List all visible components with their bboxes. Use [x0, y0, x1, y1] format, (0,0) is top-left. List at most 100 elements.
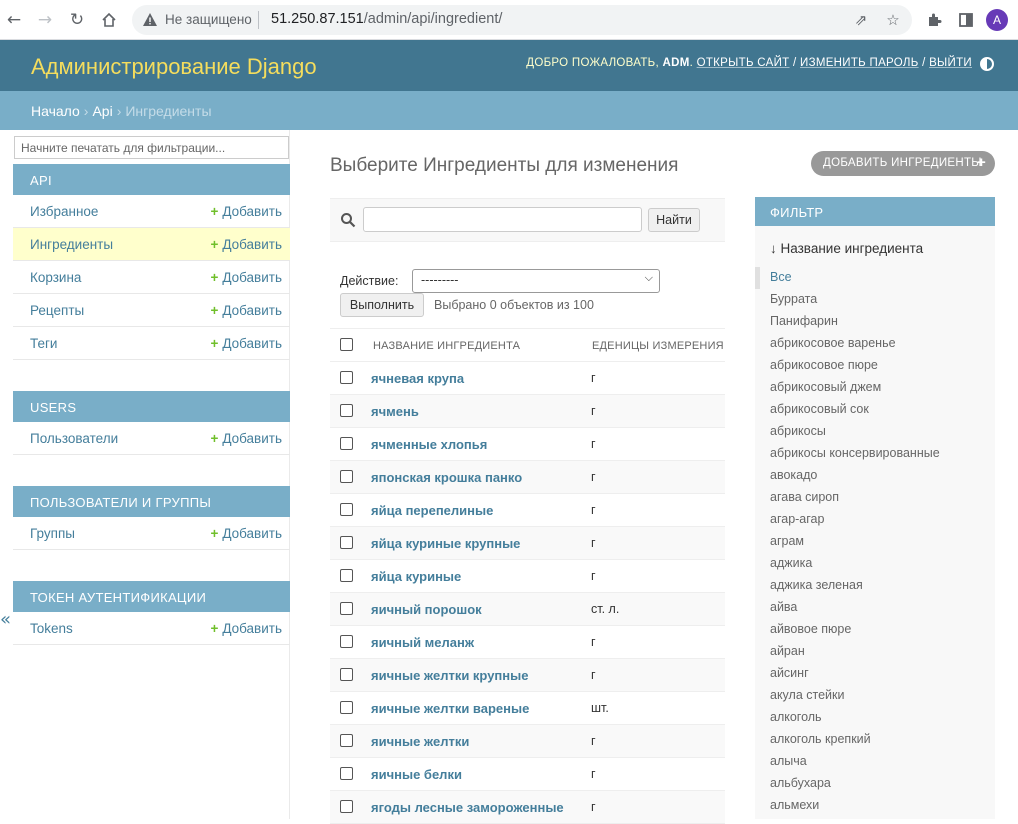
sidebar-item-label[interactable]: Ингредиенты [30, 237, 113, 252]
collapse-sidebar-icon[interactable]: « [0, 609, 11, 630]
row-checkbox[interactable] [340, 734, 353, 747]
add-link[interactable]: + Добавить [210, 303, 282, 318]
add-link[interactable]: + Добавить [210, 270, 282, 285]
filter-option[interactable]: алкоголь [755, 707, 995, 729]
logout-link[interactable]: ВЫЙТИ [929, 57, 972, 69]
search-input[interactable] [363, 207, 642, 232]
row-checkbox[interactable] [340, 767, 353, 780]
home-icon[interactable] [98, 9, 120, 31]
row-checkbox[interactable] [340, 569, 353, 582]
filter-option[interactable]: альмехи [755, 795, 995, 817]
filter-option[interactable]: альбухара [755, 773, 995, 795]
add-link[interactable]: + Добавить [210, 204, 282, 219]
filter-option[interactable]: абрикосовое пюре [755, 355, 995, 377]
add-link[interactable]: + Добавить [210, 431, 282, 446]
ingredient-name-link[interactable]: яичный порошок [371, 602, 482, 617]
row-checkbox[interactable] [340, 470, 353, 483]
row-checkbox[interactable] [340, 536, 353, 549]
row-checkbox[interactable] [340, 635, 353, 648]
module-caption[interactable]: ТОКЕН АУТЕНТИФИКАЦИИ [13, 581, 290, 612]
sidebar-item-label[interactable]: Пользователи [30, 431, 118, 446]
reload-icon[interactable]: ↻ [66, 9, 88, 31]
sidebar-item-tokens[interactable]: Tokens + Добавить [13, 612, 290, 645]
filter-option[interactable]: айран [755, 641, 995, 663]
warning-icon[interactable] [142, 12, 158, 28]
module-caption[interactable]: USERS [13, 391, 290, 422]
row-checkbox[interactable] [340, 668, 353, 681]
module-caption[interactable]: ПОЛЬЗОВАТЕЛИ И ГРУППЫ [13, 486, 290, 517]
add-ingredient-button[interactable]: ДОБАВИТЬ ИНГРЕДИЕНТЫ + [811, 151, 995, 176]
filter-option[interactable]: авокадо [755, 465, 995, 487]
row-checkbox[interactable] [340, 404, 353, 417]
insecure-label[interactable]: Не защищено [165, 12, 252, 27]
filter-option[interactable]: абрикосовый сок [755, 399, 995, 421]
sidebar-item-users[interactable]: Пользователи + Добавить [13, 422, 290, 455]
sidebar-item-label[interactable]: Теги [30, 336, 57, 351]
sidebar-item-ingredients[interactable]: Ингредиенты + Добавить [13, 228, 290, 261]
ingredient-name-link[interactable]: яичные белки [371, 767, 462, 782]
filter-option[interactable]: акула стейки [755, 685, 995, 707]
module-caption[interactable]: API [13, 164, 290, 195]
sidebar-item-groups[interactable]: Группы + Добавить [13, 517, 290, 550]
column-header-name[interactable]: НАЗВАНИЕ ИНГРЕДИЕНТА [373, 340, 520, 352]
filter-option[interactable]: айсинг [755, 663, 995, 685]
sidebar-item-label[interactable]: Группы [30, 526, 75, 541]
filter-option[interactable]: агар-агар [755, 509, 995, 531]
column-header-unit[interactable]: ЕДЕНИЦЫ ИЗМЕРЕНИЯ [592, 340, 724, 352]
run-action-button[interactable]: Выполнить [340, 293, 424, 317]
add-link[interactable]: + Добавить [210, 621, 282, 636]
filter-option[interactable]: абрикосы [755, 421, 995, 443]
bookmark-star-icon[interactable]: ☆ [884, 11, 902, 29]
filter-option[interactable]: айва [755, 597, 995, 619]
filter-option[interactable]: Панифарин [755, 311, 995, 333]
row-checkbox[interactable] [340, 602, 353, 615]
action-select[interactable]: --------- ⌵ [412, 269, 660, 293]
view-site-link[interactable]: ОТКРЫТЬ САЙТ [697, 57, 790, 69]
add-link[interactable]: + Добавить [210, 237, 282, 252]
sidebar-item-label[interactable]: Рецепты [30, 303, 84, 318]
ingredient-name-link[interactable]: японская крошка панко [371, 470, 522, 485]
filter-option[interactable]: Буррата [755, 289, 995, 311]
filter-option[interactable]: аграм [755, 531, 995, 553]
ingredient-name-link[interactable]: яйца перепелиные [371, 503, 493, 518]
ingredient-name-link[interactable]: ячмень [371, 404, 419, 419]
share-icon[interactable]: ⇗ [852, 11, 870, 29]
ingredient-name-link[interactable]: ячменные хлопья [371, 437, 487, 452]
sidebar-item-tags[interactable]: Теги + Добавить [13, 327, 290, 360]
ingredient-name-link[interactable]: яичные желтки [371, 734, 469, 749]
sidebar-item-label[interactable]: Корзина [30, 270, 81, 285]
select-all-checkbox[interactable] [340, 338, 353, 351]
filter-option[interactable]: абрикосовый джем [755, 377, 995, 399]
url-text[interactable]: 51.250.87.151/admin/api/ingredient/ [271, 11, 502, 27]
breadcrumb-home[interactable]: Начало [31, 103, 80, 119]
filter-option[interactable]: Все [755, 267, 995, 289]
search-button[interactable]: Найти [648, 208, 700, 232]
add-link[interactable]: + Добавить [210, 336, 282, 351]
sidebar-item-label[interactable]: Избранное [30, 204, 98, 219]
sidebar-item-label[interactable]: Tokens [30, 621, 73, 636]
theme-toggle-icon[interactable] [980, 57, 994, 71]
row-checkbox[interactable] [340, 437, 353, 450]
filter-option[interactable]: айвовое пюре [755, 619, 995, 641]
row-checkbox[interactable] [340, 701, 353, 714]
back-icon[interactable]: ← [3, 9, 25, 31]
site-brand[interactable]: Администрирование Django [31, 54, 317, 80]
ingredient-name-link[interactable]: яичный меланж [371, 635, 474, 650]
nav-filter-input[interactable]: Начните печатать для фильтрации... [14, 136, 289, 159]
filter-option[interactable]: агава сироп [755, 487, 995, 509]
ingredient-name-link[interactable]: ягоды лесные замороженные [371, 800, 564, 815]
add-link[interactable]: + Добавить [210, 526, 282, 541]
filter-option[interactable]: аджика зеленая [755, 575, 995, 597]
sidebar-item-cart[interactable]: Корзина + Добавить [13, 261, 290, 294]
filter-option[interactable]: алкоголь крепкий [755, 729, 995, 751]
ingredient-name-link[interactable]: яичные желтки крупные [371, 668, 528, 683]
address-bar[interactable]: Не защищено 51.250.87.151/admin/api/ingr… [132, 5, 912, 35]
sidebar-item-favorites[interactable]: Избранное + Добавить [13, 195, 290, 228]
ingredient-name-link[interactable]: яйца куриные [371, 569, 461, 584]
forward-icon[interactable]: → [34, 9, 56, 31]
extensions-icon[interactable] [923, 9, 945, 31]
sidepanel-icon[interactable] [955, 9, 977, 31]
sidebar-item-recipes[interactable]: Рецепты + Добавить [13, 294, 290, 327]
filter-option[interactable]: абрикосовое варенье [755, 333, 995, 355]
ingredient-name-link[interactable]: яйца куриные крупные [371, 536, 520, 551]
